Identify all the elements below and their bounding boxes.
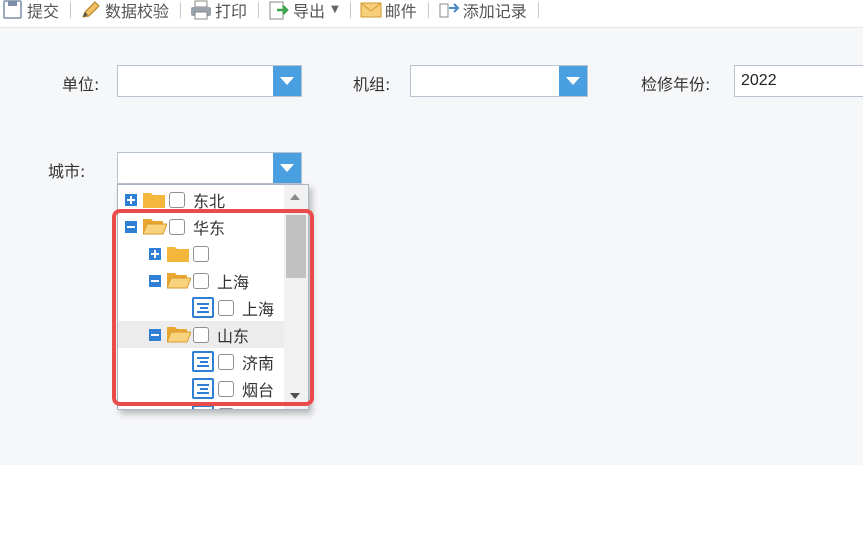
tree-node-label: 烟台	[242, 380, 275, 400]
collapse-icon[interactable]	[125, 220, 137, 233]
printer-icon	[190, 0, 212, 20]
expand-icon[interactable]	[125, 193, 137, 206]
unit-group-dropdown-button[interactable]	[559, 66, 587, 96]
scroll-up-icon[interactable]	[290, 194, 300, 200]
save-icon	[2, 0, 24, 20]
toolbar-divider	[258, 1, 260, 18]
tree-node[interactable]: 上海	[118, 294, 284, 321]
toolbar-divider	[180, 1, 182, 18]
folder-icon	[143, 191, 165, 208]
unit-label: 单位:	[62, 75, 100, 94]
city-tree-dropdown[interactable]: 东北 华东 上海 上海 山东 济南 烟台	[117, 184, 309, 410]
tree-node-label: 济南	[242, 353, 275, 373]
chevron-down-icon	[280, 77, 294, 85]
tree-checkbox[interactable]	[193, 326, 209, 343]
tree-node-label: 上海	[242, 299, 275, 319]
tree-node-label: 上海	[217, 272, 250, 292]
tree-checkbox[interactable]	[218, 353, 234, 370]
folder-open-icon	[142, 218, 168, 235]
tree-checkbox[interactable]	[218, 380, 234, 397]
tree-node[interactable]	[118, 240, 284, 267]
print-label: 打印	[215, 1, 248, 21]
tree-node-label: 华东	[193, 218, 226, 238]
tree-node-label: 青岛	[242, 404, 274, 410]
tree-node-label: 东北	[193, 191, 226, 211]
add-record-label: 添加记录	[462, 1, 527, 21]
mail-label: 邮件	[384, 1, 417, 21]
tree-checkbox[interactable]	[169, 218, 185, 235]
pencil-icon	[80, 0, 102, 20]
unit-dropdown-button[interactable]	[273, 66, 301, 96]
tree-node[interactable]: 济南	[118, 348, 284, 375]
toolbar-divider	[427, 1, 429, 18]
mail-button[interactable]: 邮件	[360, 0, 417, 22]
mail-icon	[360, 0, 382, 20]
submit-label: 提交	[27, 1, 60, 21]
tree-node[interactable]: 华东	[118, 213, 284, 240]
tree-node[interactable]: 东北	[118, 186, 284, 213]
city-label: 城市:	[48, 162, 86, 181]
scroll-thumb[interactable]	[286, 215, 306, 278]
toolbar-divider	[70, 1, 72, 18]
add-record-icon	[438, 0, 460, 20]
folder-open-icon	[166, 272, 192, 289]
unit-group-label: 机组:	[353, 75, 391, 94]
print-button[interactable]: 打印	[190, 0, 247, 22]
submit-button[interactable]: 提交	[2, 0, 59, 22]
unit-group-combobox[interactable]	[410, 65, 588, 97]
city-combobox[interactable]	[117, 152, 302, 184]
city-dropdown-button[interactable]	[273, 153, 301, 183]
collapse-icon[interactable]	[149, 274, 161, 287]
tree-node[interactable]: 烟台	[118, 375, 284, 402]
tree-node[interactable]: 山东	[118, 321, 284, 348]
toolbar: 提交 数据校验 打印 导出 ▼ 邮件 添加记录	[0, 0, 863, 28]
tree-node[interactable]: 青岛	[118, 402, 284, 410]
export-label: 导出	[293, 1, 326, 21]
toolbar-divider	[537, 1, 539, 18]
folder-icon	[167, 245, 189, 262]
tree-node[interactable]: 上海	[118, 267, 284, 294]
export-button[interactable]: 导出 ▼	[268, 0, 339, 22]
chevron-down-icon[interactable]: ▼	[331, 4, 339, 15]
export-icon	[268, 0, 290, 20]
tree-node-label: 山东	[217, 326, 250, 346]
tree-checkbox[interactable]	[193, 272, 209, 289]
year-label: 检修年份:	[641, 75, 711, 94]
leaf-node-icon	[192, 378, 214, 399]
chevron-down-icon	[280, 164, 294, 172]
expand-icon[interactable]	[149, 247, 161, 260]
tree-checkbox[interactable]	[218, 407, 234, 409]
leaf-node-icon	[192, 297, 214, 318]
tree-checkbox[interactable]	[169, 191, 185, 208]
tree-scrollbar[interactable]	[284, 185, 308, 409]
scroll-down-icon[interactable]	[290, 393, 300, 399]
unit-combobox[interactable]	[117, 65, 302, 97]
collapse-icon[interactable]	[149, 328, 161, 341]
chevron-down-icon	[566, 77, 580, 85]
toolbar-divider	[349, 1, 351, 18]
leaf-node-icon	[192, 351, 214, 372]
year-input[interactable]: 2022	[734, 65, 863, 97]
add-record-button[interactable]: 添加记录	[438, 0, 527, 22]
tree-checkbox[interactable]	[193, 245, 209, 262]
leaf-node-icon	[192, 405, 214, 409]
tree-checkbox[interactable]	[218, 299, 234, 316]
validate-label: 数据校验	[105, 1, 170, 21]
validate-button[interactable]: 数据校验	[80, 0, 169, 22]
folder-open-icon	[166, 326, 192, 343]
